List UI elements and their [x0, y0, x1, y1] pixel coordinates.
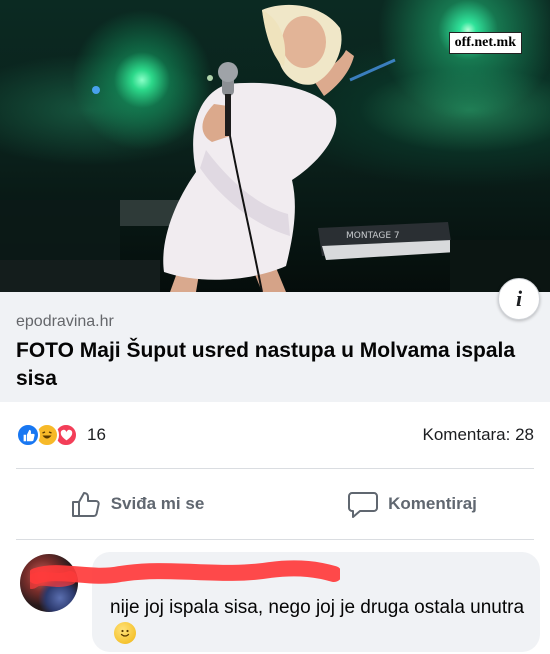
link-domain: epodravina.hr: [16, 313, 114, 330]
keyboard-label: MONTAGE 7: [346, 231, 400, 241]
reactions-bar: 16 Komentara: 28: [0, 402, 550, 468]
comments-count[interactable]: Komentara: 28: [422, 425, 534, 445]
comment-text: nije joj ispala sisa, nego joj je druga …: [110, 596, 530, 644]
watermark: off.net.mk: [448, 32, 522, 54]
thumbs-up-icon: [71, 492, 100, 517]
divider: [16, 539, 534, 540]
link-preview[interactable]: epodravina.hr FOTO Maji Šuput usred nast…: [0, 292, 550, 402]
comment-button-label: Komentiraj: [388, 494, 477, 513]
like-button[interactable]: Sviđa mi se: [0, 469, 275, 539]
action-bar: Sviđa mi se Komentiraj: [0, 469, 550, 539]
info-button[interactable]: i: [498, 278, 540, 320]
speech-bubble-icon: [348, 492, 379, 518]
comment-body: nije joj ispala sisa, nego joj je druga …: [110, 597, 525, 618]
reaction-icons[interactable]: [16, 423, 78, 447]
info-icon: i: [515, 286, 523, 311]
link-title[interactable]: FOTO Maji Šuput usred nastupa u Molvama …: [16, 337, 516, 393]
like-button-label: Sviđa mi se: [110, 494, 205, 513]
post-photo[interactable]: MONTAGE 7 off.net.mk: [0, 0, 550, 292]
reaction-count[interactable]: 16: [87, 425, 106, 445]
like-icon: [16, 423, 40, 447]
redaction-scribble: [30, 560, 340, 589]
slightly-smiling-face-icon: [114, 622, 136, 644]
comment-button[interactable]: Komentiraj: [275, 469, 550, 539]
